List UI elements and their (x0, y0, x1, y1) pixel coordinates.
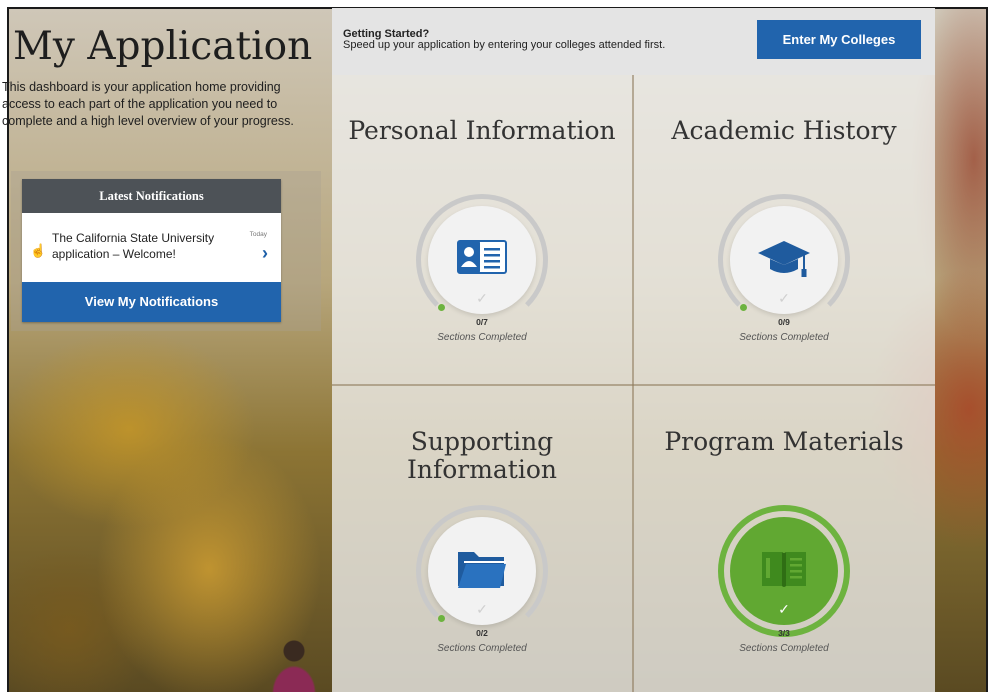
book-icon (762, 552, 806, 587)
tile-title: Academic History (671, 116, 897, 145)
check-icon: ✓ (476, 601, 488, 617)
tile-supporting-information[interactable]: Supporting Information ✓ 0/2 Sections Co… (332, 386, 632, 692)
folder-icon (458, 552, 506, 588)
sections-count: 3/3 (778, 628, 790, 638)
view-notifications-button[interactable]: View My Notifications (22, 282, 281, 322)
tile-title: Personal Information (348, 116, 616, 145)
tile-title: Program Materials (664, 427, 904, 456)
notification-item[interactable]: ☝ The California State University applic… (22, 213, 281, 282)
banner-text: Speed up your application by entering yo… (343, 39, 666, 51)
graduation-cap-icon (758, 241, 810, 277)
check-icon: ✓ (778, 290, 790, 306)
tile-title: Supporting Information (406, 427, 558, 484)
check-icon: ✓ (778, 601, 790, 617)
page-title: My Application (13, 24, 313, 69)
chevron-right-icon[interactable]: › (262, 244, 268, 262)
sections-count: 0/7 (476, 317, 488, 327)
id-card-icon (457, 240, 507, 274)
sections-count: 0/9 (778, 317, 790, 327)
sections-caption: Sections Completed (437, 643, 527, 654)
getting-started-banner: Getting Started? Speed up your applicati… (332, 8, 935, 75)
quadrant-grid: Personal Information ✓ 0/7 Sections Comp… (332, 75, 935, 692)
tile-personal-information[interactable]: Personal Information ✓ 0/7 Sections Comp… (332, 75, 632, 383)
background-person (272, 637, 316, 692)
notification-text: The California State University applicat… (52, 231, 215, 261)
check-icon: ✓ (476, 290, 488, 306)
sections-caption: Sections Completed (437, 332, 527, 343)
intro-text: This dashboard is your application home … (2, 80, 294, 128)
sections-caption: Sections Completed (739, 643, 829, 654)
tile-program-materials[interactable]: Program Materials ✓ 3/3 Sections Complet… (634, 386, 934, 692)
tile-academic-history[interactable]: Academic History ✓ 0/9 Sections Complete… (634, 75, 934, 383)
sections-caption: Sections Completed (739, 332, 829, 343)
sections-count: 0/2 (476, 628, 488, 638)
latest-notifications-card: Latest Notifications ☝ The California St… (22, 179, 281, 322)
notification-time: Today (249, 231, 267, 238)
notifications-header: Latest Notifications (22, 179, 281, 213)
hand-wave-icon: ☝ (30, 243, 47, 258)
enter-colleges-button[interactable]: Enter My Colleges (757, 20, 921, 59)
